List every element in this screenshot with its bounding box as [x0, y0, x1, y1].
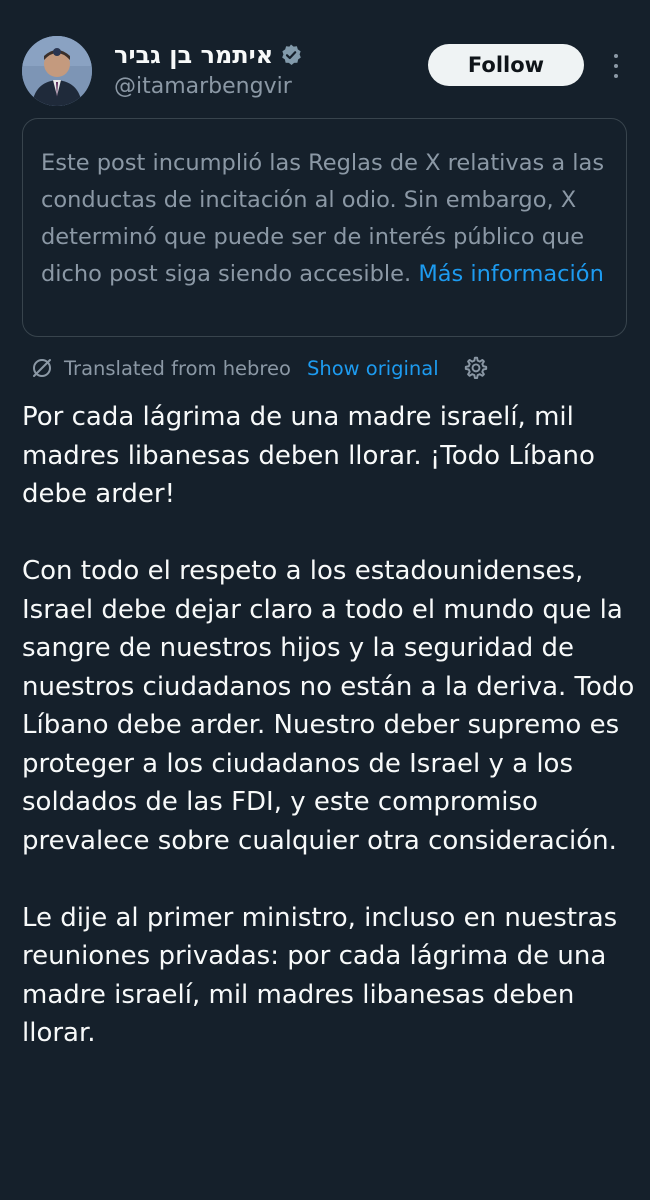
more-vertical-icon: [614, 54, 618, 58]
post-container: איתמר בן גביר @itamarbengvir Follow Este…: [0, 0, 650, 1200]
more-info-link[interactable]: Más información: [418, 261, 603, 287]
follow-button[interactable]: Follow: [428, 44, 584, 86]
author-handle[interactable]: @itamarbengvir: [114, 74, 292, 99]
translated-from-label: Translated from hebreo: [64, 356, 291, 380]
translate-icon: [33, 359, 51, 377]
translation-bar: Translated from hebreo Show original: [30, 350, 489, 386]
show-original-link[interactable]: Show original: [307, 357, 439, 380]
profile-photo: [22, 36, 92, 106]
verified-badge-icon: [282, 44, 302, 65]
post-header: איתמר בן גביר @itamarbengvir Follow: [22, 36, 634, 108]
avatar[interactable]: [22, 36, 92, 106]
policy-notice: Este post incumplió las Reglas de X rela…: [22, 118, 627, 337]
more-options-button[interactable]: [602, 46, 630, 86]
author-name-row: איתמר בן גביר: [114, 40, 303, 70]
gear-icon[interactable]: [463, 355, 489, 381]
policy-notice-text: Este post incumplió las Reglas de X rela…: [41, 145, 608, 293]
author-display-name[interactable]: איתמר בן גביר: [114, 41, 273, 69]
post-text: Por cada lágrima de una madre israelí, m…: [22, 402, 635, 1048]
